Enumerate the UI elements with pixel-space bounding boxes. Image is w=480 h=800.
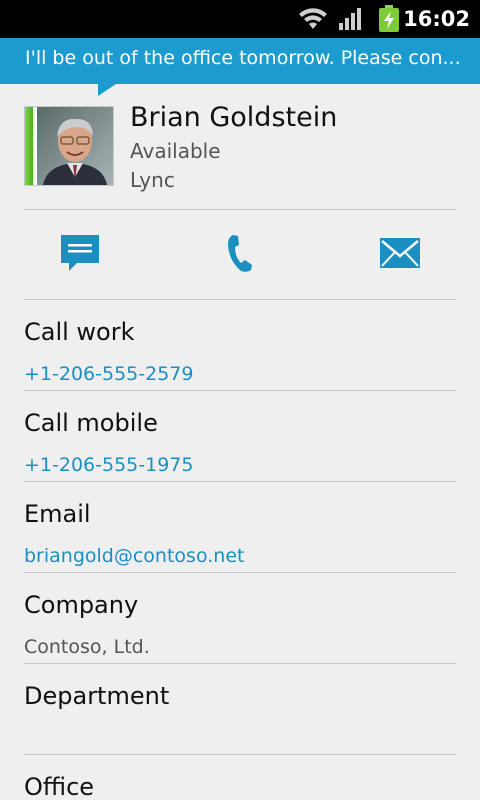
battery-charging-icon xyxy=(378,5,400,37)
send-message-button[interactable] xyxy=(0,211,160,299)
work-phone-number: +1-206-555-2579 xyxy=(24,363,194,385)
contact-header: Brian Goldstein Available Lync xyxy=(0,84,480,210)
call-mobile-row[interactable]: Call mobile +1-206-555-1975 xyxy=(0,391,480,481)
contact-card-photo xyxy=(24,106,114,186)
email-row[interactable]: Email briangold@contoso.net xyxy=(0,482,480,572)
company-name: Contoso, Ltd. xyxy=(24,636,150,658)
department-row: Department xyxy=(0,664,480,754)
contact-source: Lync xyxy=(130,168,175,192)
divider xyxy=(24,209,456,210)
row-label: Call work xyxy=(24,318,135,346)
email-address: briangold@contoso.net xyxy=(24,545,245,567)
office-row: Office xyxy=(0,755,480,800)
personal-note-text: I'll be out of the office tomorrow. Plea… xyxy=(25,47,461,69)
row-label: Company xyxy=(24,591,139,619)
row-label: Call mobile xyxy=(24,409,158,437)
call-work-row[interactable]: Call work +1-206-555-2579 xyxy=(0,300,480,390)
contact-actions xyxy=(0,211,480,299)
call-button[interactable] xyxy=(160,211,320,299)
row-label: Email xyxy=(24,500,91,528)
wifi-icon xyxy=(298,7,328,35)
presence-status: Available xyxy=(130,139,221,163)
status-bar: 16:02 xyxy=(0,0,480,38)
personal-note-banner[interactable]: I'll be out of the office tomorrow. Plea… xyxy=(0,38,480,96)
row-label: Department xyxy=(24,682,170,710)
presence-indicator xyxy=(25,107,35,185)
avatar xyxy=(37,107,113,185)
send-email-button[interactable] xyxy=(320,211,480,299)
envelope-icon xyxy=(379,237,421,273)
status-time: 16:02 xyxy=(403,7,470,31)
phone-icon xyxy=(225,233,255,277)
company-row: Company Contoso, Ltd. xyxy=(0,573,480,663)
mobile-phone-number: +1-206-555-1975 xyxy=(24,454,194,476)
chat-bubble-icon xyxy=(59,233,101,277)
signal-icon xyxy=(338,7,364,35)
contact-name: Brian Goldstein xyxy=(130,102,338,133)
row-label: Office xyxy=(24,773,95,800)
